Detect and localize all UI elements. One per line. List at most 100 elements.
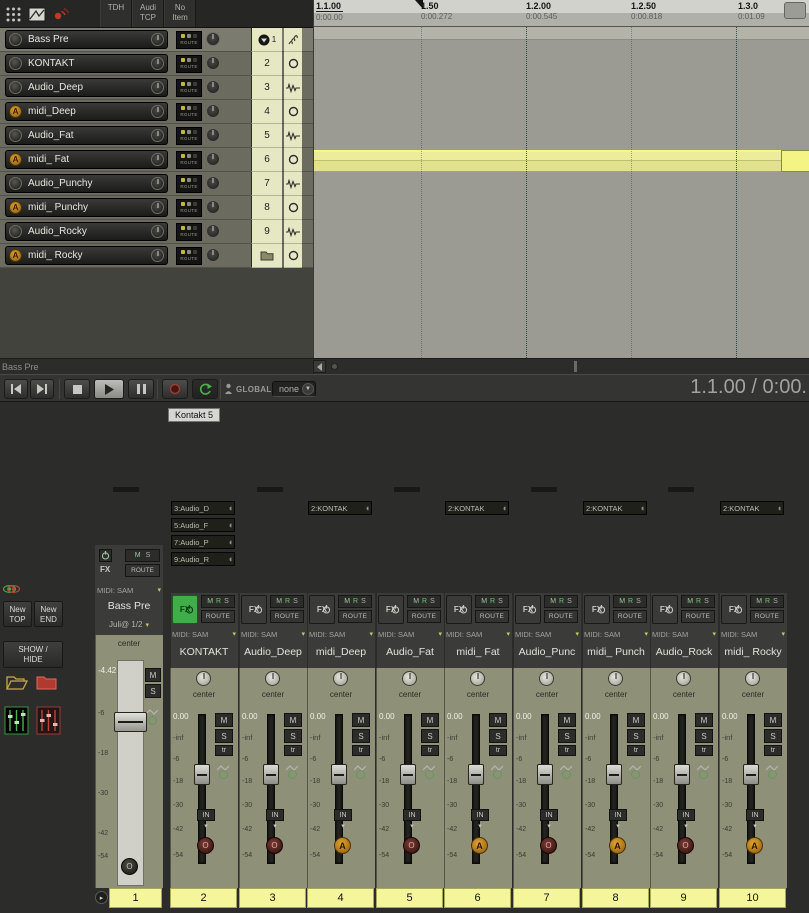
trim-button[interactable]: tr bbox=[215, 745, 233, 756]
record-arm-button[interactable] bbox=[9, 81, 22, 94]
pan-knob[interactable] bbox=[206, 248, 220, 262]
input-arrow-icon[interactable]: ▾ bbox=[677, 822, 695, 830]
folder-red-icon[interactable] bbox=[36, 674, 58, 692]
mute-button[interactable]: M bbox=[284, 713, 302, 727]
fader-handle[interactable] bbox=[468, 764, 484, 785]
track-name[interactable]: KONTAKT bbox=[28, 58, 74, 69]
route-button[interactable]: ROUTE bbox=[544, 610, 578, 623]
fader-handle[interactable] bbox=[263, 764, 279, 785]
input-selector[interactable]: MIDI: SAM ▾ bbox=[378, 628, 442, 640]
fx-button[interactable]: FX bbox=[309, 595, 335, 624]
media-item-band[interactable] bbox=[314, 150, 809, 172]
mute-button[interactable]: M bbox=[695, 713, 713, 727]
route-button[interactable]: ROUTE bbox=[176, 55, 202, 73]
pan-knob[interactable] bbox=[608, 671, 623, 686]
send-pan-knob-icon[interactable]: ◖ bbox=[777, 503, 782, 513]
ruler-widget[interactable] bbox=[784, 2, 806, 19]
pan-knob[interactable] bbox=[206, 128, 220, 142]
volume-knob[interactable] bbox=[151, 81, 164, 94]
channel-number[interactable]: 9 bbox=[650, 888, 717, 908]
trim-button[interactable]: tr bbox=[764, 745, 782, 756]
send-pan-knob-icon[interactable]: ◖ bbox=[640, 503, 645, 513]
mute-button[interactable]: M bbox=[489, 713, 507, 727]
channel-number[interactable]: 5 bbox=[376, 888, 443, 908]
track-number-cell[interactable]: 1 bbox=[251, 28, 282, 52]
track-panel[interactable]: A midi_ Rocky bbox=[5, 246, 168, 265]
mute-recv-solo-cluster[interactable]: MRS bbox=[681, 595, 715, 608]
record-arm-button[interactable] bbox=[9, 33, 22, 46]
track-number-cell[interactable]: 3 bbox=[251, 76, 282, 100]
input-selector[interactable]: MIDI: SAM ▾ bbox=[652, 628, 716, 640]
input-arrow-icon[interactable]: ▾ bbox=[197, 822, 215, 830]
fader-track[interactable] bbox=[117, 660, 144, 886]
volume-knob[interactable] bbox=[151, 177, 164, 190]
record-arm-button[interactable]: A bbox=[9, 153, 22, 166]
pan-knob[interactable] bbox=[539, 671, 554, 686]
fader-handle[interactable] bbox=[114, 712, 147, 732]
input-monitor-button[interactable]: IN bbox=[334, 809, 352, 821]
fx-button[interactable]: FX bbox=[241, 595, 267, 624]
track-name[interactable]: Audio_Deep bbox=[28, 82, 83, 93]
input-monitor-button[interactable]: IN bbox=[677, 809, 695, 821]
automation-icon[interactable] bbox=[562, 770, 571, 779]
media-item-row[interactable] bbox=[314, 161, 809, 172]
trim-button[interactable]: tr bbox=[627, 745, 645, 756]
track-panel[interactable]: Bass Pre bbox=[5, 30, 168, 49]
input-arrow-icon[interactable]: ▾ bbox=[609, 822, 627, 830]
track-row-4[interactable]: A midi_Deep ROUTE 4 bbox=[0, 100, 313, 124]
input-selector[interactable]: MIDI: SAM ▾ bbox=[241, 628, 305, 640]
track-number-cell[interactable]: 6 bbox=[251, 148, 282, 172]
send-slot[interactable]: 2:KONTAK ◖ bbox=[445, 501, 509, 515]
record-arm-button[interactable]: O bbox=[677, 837, 694, 854]
channel-number[interactable]: 6 bbox=[444, 888, 511, 908]
automation-icon[interactable] bbox=[425, 770, 434, 779]
route-button[interactable]: ROUTE bbox=[270, 610, 304, 623]
route-button[interactable]: ROUTE bbox=[176, 247, 202, 265]
send-pan-knob-icon[interactable]: ◖ bbox=[365, 503, 370, 513]
mute-recv-solo-cluster[interactable]: MRS bbox=[613, 595, 647, 608]
channel-number[interactable]: 2 bbox=[170, 888, 237, 908]
track-number-cell[interactable]: 9 bbox=[251, 220, 282, 244]
track-panel[interactable]: Audio_Punchy bbox=[5, 174, 168, 193]
fader-handle[interactable] bbox=[674, 764, 690, 785]
send-pan-knob-icon[interactable]: ◖ bbox=[228, 554, 233, 564]
record-arm-button[interactable]: A bbox=[9, 201, 22, 214]
solo-button[interactable]: S bbox=[284, 729, 302, 743]
track-panel[interactable]: Audio_Rocky bbox=[5, 222, 168, 241]
input-selector[interactable]: MIDI: SAM ▾ bbox=[515, 628, 579, 640]
show-hide-button[interactable]: SHOW / HIDE bbox=[3, 641, 63, 668]
automation-icon[interactable] bbox=[219, 770, 228, 779]
transport-time-display[interactable]: 1.1.00 / 0:00. bbox=[690, 376, 807, 399]
media-item-row[interactable] bbox=[314, 150, 809, 161]
track-name[interactable]: Audio_Rocky bbox=[28, 226, 87, 237]
fx-button[interactable]: FX bbox=[721, 595, 747, 624]
channel-number[interactable]: 8 bbox=[582, 888, 649, 908]
input-arrow-icon[interactable]: ▾ bbox=[540, 822, 558, 830]
pause-button[interactable] bbox=[128, 379, 154, 399]
mute-letter[interactable]: M bbox=[135, 552, 141, 559]
route-button[interactable]: ROUTE bbox=[125, 564, 160, 577]
pan-knob[interactable] bbox=[676, 671, 691, 686]
record-arm-button[interactable] bbox=[9, 57, 22, 70]
fx-power-button[interactable] bbox=[99, 549, 112, 562]
track-name[interactable]: midi_ Punchy bbox=[28, 202, 88, 213]
pan-knob[interactable] bbox=[265, 671, 280, 686]
input-monitor-button[interactable]: IN bbox=[609, 809, 627, 821]
solo-button[interactable]: S bbox=[145, 684, 161, 698]
solo-button[interactable]: S bbox=[558, 729, 576, 743]
mute-recv-solo-cluster[interactable]: MRS bbox=[750, 595, 784, 608]
send-pan-knob-icon[interactable]: ◖ bbox=[228, 520, 233, 530]
volume-knob[interactable] bbox=[151, 225, 164, 238]
fader-handle[interactable] bbox=[194, 764, 210, 785]
track-name[interactable]: Audio_Fat bbox=[28, 130, 74, 141]
track-row-5[interactable]: Audio_Fat ROUTE 5 bbox=[0, 124, 313, 148]
track-row-9[interactable]: Audio_Rocky ROUTE 9 bbox=[0, 220, 313, 244]
media-item[interactable] bbox=[781, 150, 809, 172]
folder-open-icon[interactable] bbox=[6, 674, 28, 692]
channel-name[interactable]: Audio_Fat bbox=[376, 643, 444, 661]
input-monitor-button[interactable]: IN bbox=[746, 809, 764, 821]
output-selector[interactable]: Juli@ 1/2 ▾ bbox=[95, 618, 163, 631]
track-number-cell[interactable]: 8 bbox=[251, 196, 282, 220]
channel-number[interactable]: 7 bbox=[513, 888, 580, 908]
send-pan-knob-icon[interactable]: ◖ bbox=[502, 503, 507, 513]
